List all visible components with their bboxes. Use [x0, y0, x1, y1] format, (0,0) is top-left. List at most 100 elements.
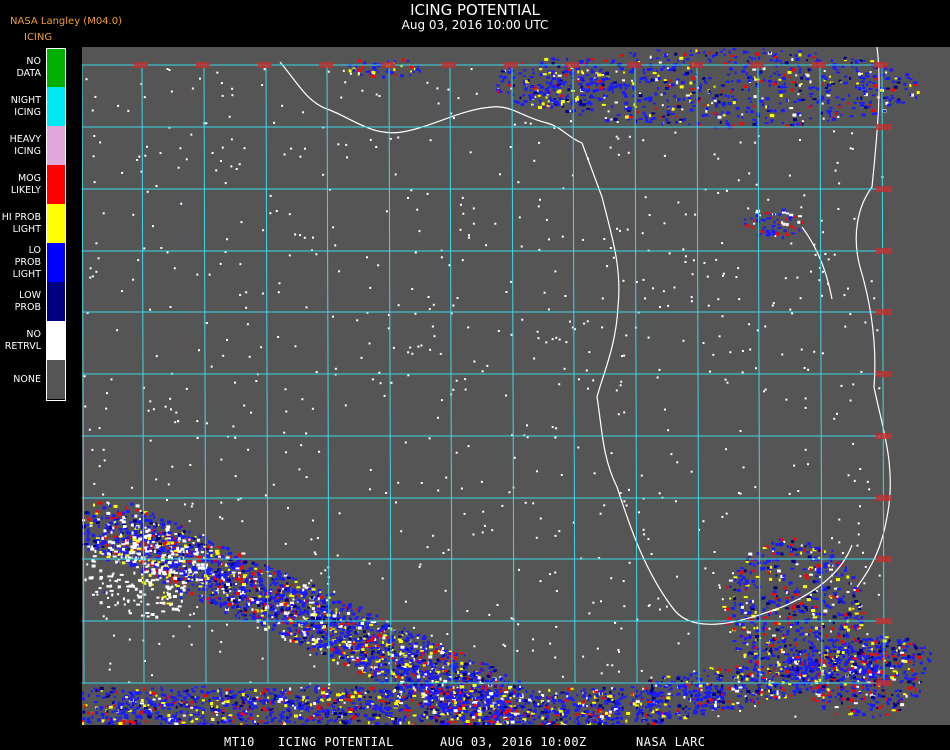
icing-pixel [512, 93, 515, 96]
icing-pixel [400, 74, 404, 78]
icing-pixel [287, 633, 291, 636]
icing-pixel [523, 100, 528, 103]
icing-pixel [781, 353, 784, 356]
icing-pixel [189, 546, 193, 549]
icing-pixel [319, 643, 322, 646]
icing-pixel [452, 686, 455, 690]
icing-pixel [96, 694, 101, 697]
icing-pixel [206, 598, 209, 601]
icing-pixel [209, 594, 213, 597]
icing-pixel [234, 436, 237, 439]
icing-pixel [763, 390, 766, 393]
icing-pixel [577, 70, 580, 74]
icing-pixel [662, 290, 665, 293]
icing-pixel [610, 105, 614, 108]
icing-pixel [684, 255, 687, 258]
icing-pixel [455, 671, 457, 674]
icing-pixel [188, 625, 191, 628]
icing-pixel [299, 714, 302, 717]
icing-pixel [352, 637, 357, 640]
icing-pixel [135, 723, 138, 725]
icing-pixel [231, 94, 234, 97]
icing-pixel [520, 103, 525, 107]
icing-pixel [236, 577, 241, 581]
icing-pixel [623, 71, 626, 74]
icing-pixel [795, 74, 798, 77]
icing-pixel [480, 480, 483, 483]
icing-pixel [862, 84, 864, 87]
icing-pixel [774, 53, 778, 56]
icing-pixel [106, 501, 110, 504]
icing-pixel [159, 152, 162, 155]
icing-pixel [155, 478, 158, 481]
icing-pixel [865, 83, 868, 86]
icing-pixel [436, 676, 440, 679]
icing-pixel [725, 120, 728, 122]
icing-pixel [105, 543, 109, 547]
icing-pixel [195, 709, 198, 712]
icing-pixel [232, 577, 235, 580]
icing-pixel [383, 625, 388, 628]
icing-pixel [612, 59, 616, 63]
icing-pixel [685, 94, 690, 97]
icing-pixel [791, 232, 795, 235]
icing-pixel [739, 141, 742, 144]
icing-pixel [615, 101, 618, 104]
icing-pixel [826, 102, 830, 105]
icing-pixel [202, 596, 205, 599]
icing-pixel [145, 691, 148, 694]
icing-pixel [717, 115, 722, 119]
icing-pixel [675, 120, 678, 124]
icing-pixel [269, 713, 273, 717]
icing-pixel [208, 551, 213, 554]
icing-pixel [798, 89, 802, 92]
icing-pixel [400, 661, 405, 664]
icing-pixel [161, 526, 164, 529]
icing-pixel [698, 86, 702, 90]
icing-pixel [447, 88, 450, 91]
icing-pixel [199, 583, 202, 586]
icing-pixel [800, 544, 803, 547]
icing-pixel [416, 208, 419, 211]
icing-pixel [580, 82, 583, 85]
icing-pixel [255, 588, 259, 592]
icing-pixel [663, 79, 667, 82]
icing-pixel [452, 388, 455, 391]
icing-pixel [194, 686, 198, 689]
icing-pixel [149, 400, 152, 403]
icing-pixel [858, 59, 863, 62]
icing-pixel [114, 695, 116, 698]
icing-pixel [746, 106, 751, 110]
icing-pixel [420, 646, 423, 649]
icing-pixel [853, 217, 856, 220]
icing-pixel [650, 118, 653, 121]
icing-pixel [312, 645, 317, 648]
icing-pixel [416, 637, 419, 639]
icing-pixel [593, 472, 596, 475]
icing-pixel [557, 74, 562, 77]
icing-pixel [416, 675, 420, 679]
icing-pixel [704, 114, 709, 117]
icing-pixel [236, 561, 240, 565]
icing-pixel [449, 703, 453, 707]
icing-pixel [253, 610, 257, 614]
icing-pixel [406, 60, 409, 62]
icing-pixel [903, 82, 907, 86]
icing-pixel [193, 697, 197, 700]
icing-pixel [682, 97, 685, 101]
icing-pixel [145, 709, 149, 712]
icing-pixel [240, 595, 243, 597]
icing-pixel [537, 84, 542, 87]
icing-pixel [610, 577, 613, 580]
icing-pixel [248, 355, 251, 358]
icing-pixel [687, 632, 690, 635]
icing-pixel [406, 639, 411, 642]
icing-pixel [547, 700, 550, 703]
icing-pixel [346, 658, 350, 662]
icing-pixel [400, 673, 403, 677]
icing-pixel [110, 378, 113, 381]
icing-pixel [436, 671, 441, 674]
icing-pixel [110, 721, 115, 724]
icing-pixel [816, 58, 819, 62]
icing-pixel [472, 684, 477, 687]
